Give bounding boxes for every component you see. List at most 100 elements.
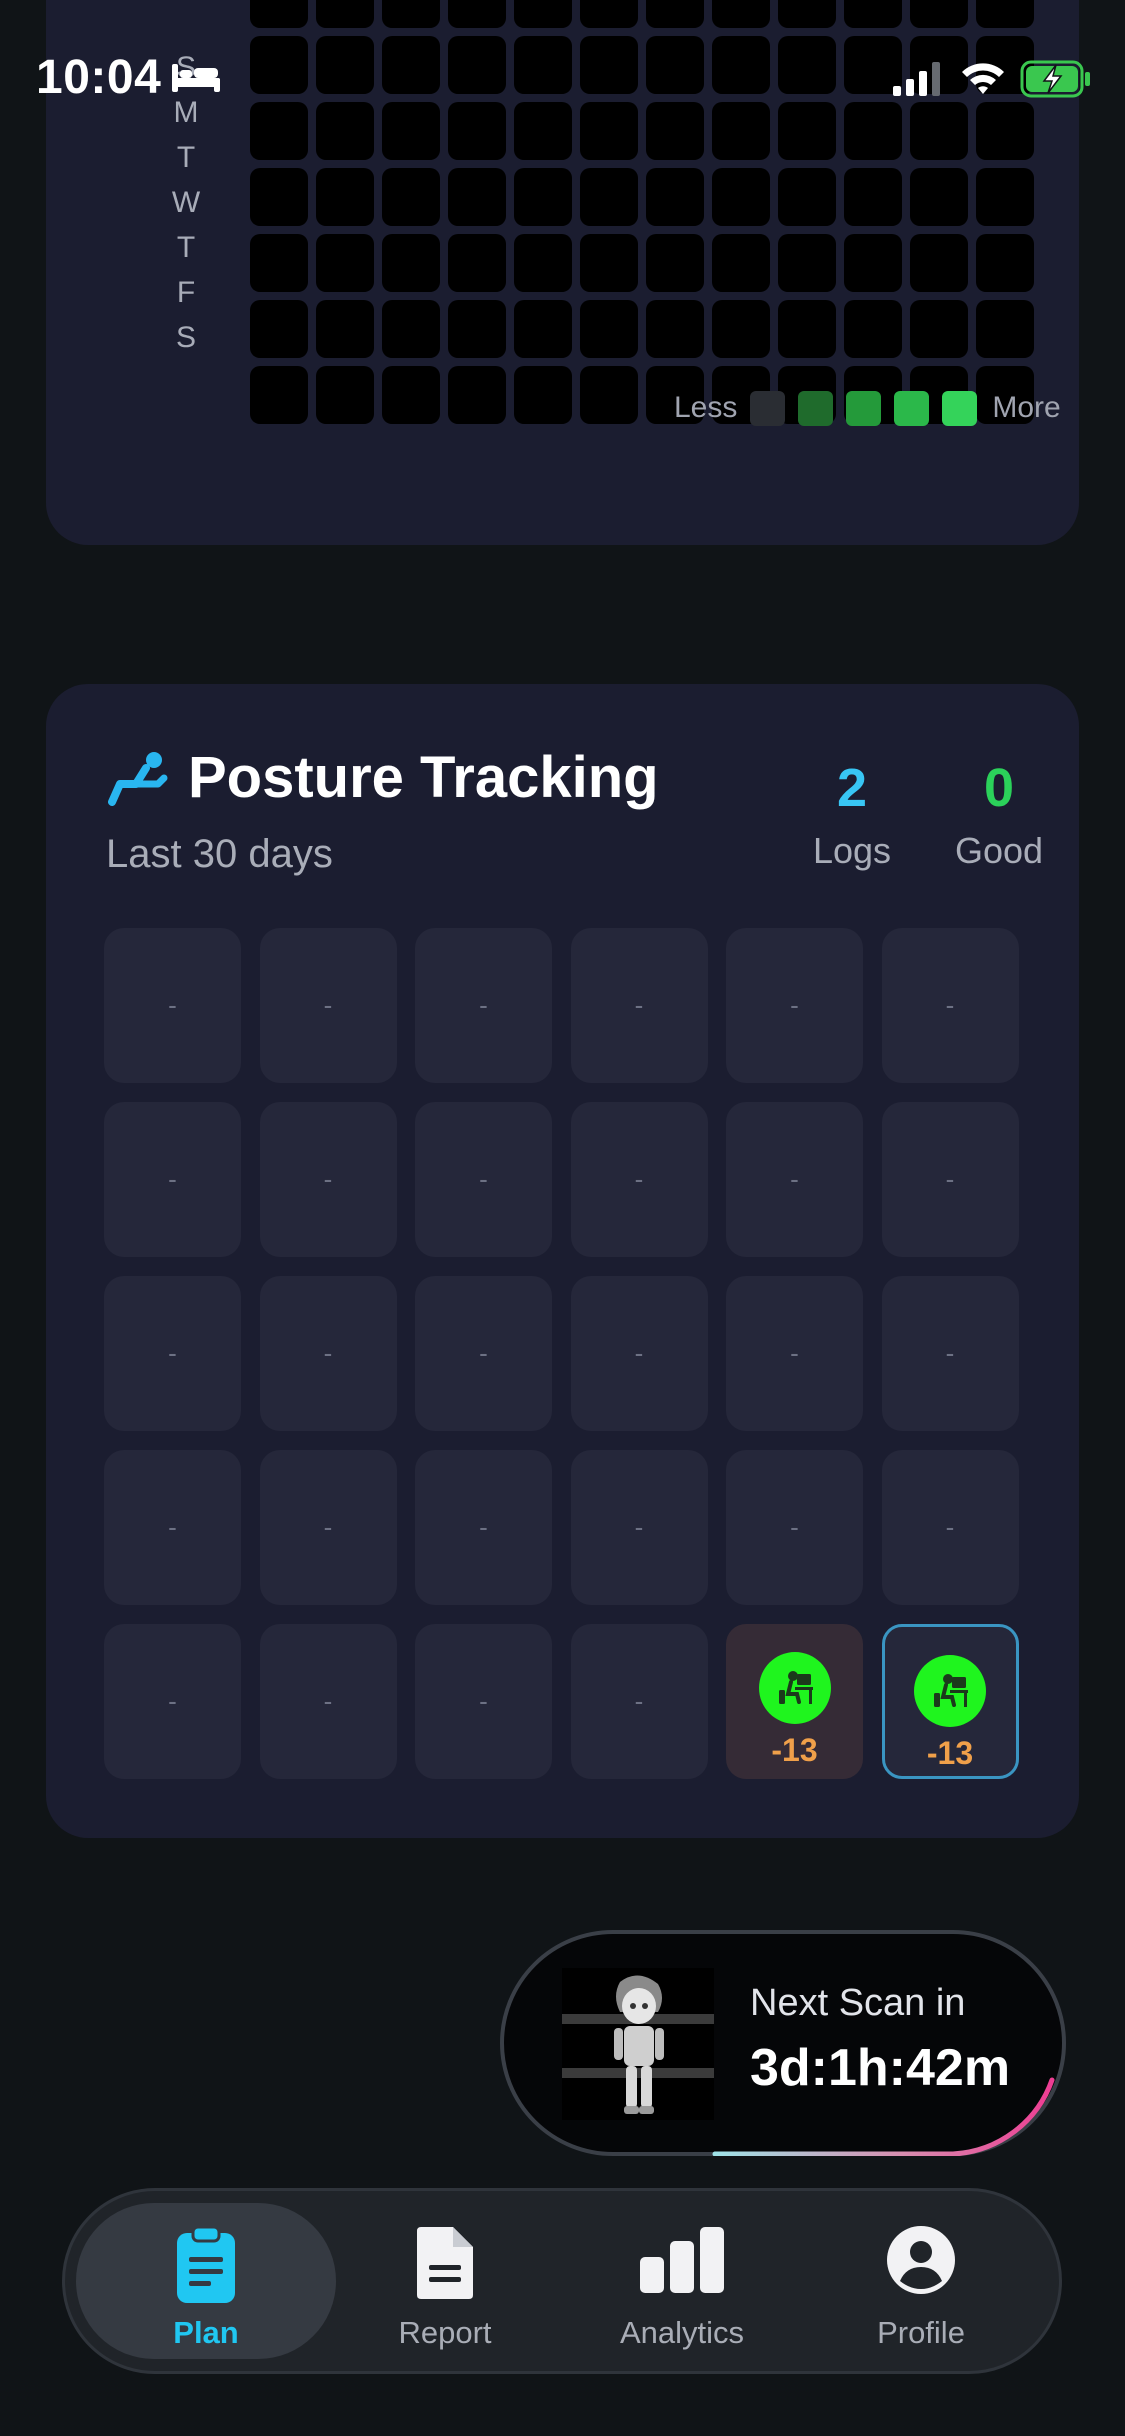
- posture-day-tile-empty[interactable]: -: [104, 1450, 241, 1605]
- posture-day-tile-empty[interactable]: -: [570, 1276, 708, 1431]
- weekday-label: T: [176, 141, 196, 174]
- heatmap-legend: Less More: [674, 385, 1061, 431]
- posture-day-tile-empty[interactable]: -: [881, 928, 1019, 1083]
- posture-day-tile-empty[interactable]: -: [570, 1102, 708, 1257]
- posture-day-tile-empty[interactable]: -: [259, 1276, 397, 1431]
- posture-day-tile-empty[interactable]: -: [415, 1276, 552, 1431]
- posture-day-tile-empty[interactable]: -: [881, 1102, 1019, 1257]
- posture-day-tile-empty[interactable]: -: [259, 928, 397, 1083]
- tab-report[interactable]: Report: [315, 2203, 575, 2359]
- good-count: 0: [983, 758, 1015, 818]
- logs-label: Logs: [812, 830, 892, 871]
- signal-icon: [893, 62, 940, 96]
- posture-day-tile-empty[interactable]: -: [415, 1450, 552, 1605]
- clipboard-icon: [177, 2225, 235, 2303]
- posture-day-tile-empty[interactable]: -: [415, 928, 552, 1083]
- heatmap-cell: [250, 168, 308, 226]
- posture-day-tile-empty[interactable]: -: [415, 1624, 552, 1779]
- person-icon: [887, 2226, 955, 2294]
- heatmap-cell: [844, 234, 902, 292]
- heatmap-cell: [514, 300, 572, 358]
- posture-day-tile-empty[interactable]: -: [570, 928, 708, 1083]
- heatmap-cell: [646, 234, 704, 292]
- posture-day-tile-empty[interactable]: -: [726, 1102, 863, 1257]
- weekday-label: T: [176, 231, 196, 264]
- heatmap-cell: [976, 234, 1034, 292]
- posture-day-tile-empty[interactable]: -: [881, 1450, 1019, 1605]
- tab-analytics-label: Analytics: [619, 2315, 745, 2350]
- posture-day-tile-empty[interactable]: -: [259, 1450, 397, 1605]
- posture-day-tile-logged[interactable]: -13: [726, 1624, 863, 1779]
- logs-count: 2: [836, 758, 868, 818]
- legend-more-label: More: [992, 391, 1061, 424]
- posture-day-tile-empty[interactable]: -: [104, 1624, 241, 1779]
- posture-day-tile-empty[interactable]: -: [104, 928, 241, 1083]
- heatmap-cell: [646, 168, 704, 226]
- desk-posture-icon: [758, 1652, 831, 1724]
- bar-chart-icon: [640, 2227, 724, 2293]
- heatmap-cell: [580, 234, 638, 292]
- body-scan-avatar: [562, 1968, 714, 2120]
- heatmap-cell: [712, 168, 770, 226]
- posture-day-tile-empty[interactable]: -: [104, 1102, 241, 1257]
- posture-day-tile-empty[interactable]: -: [259, 1624, 397, 1779]
- heatmap-cell: [844, 168, 902, 226]
- heatmap-cell: [844, 300, 902, 358]
- posture-day-tile-empty[interactable]: -: [104, 1276, 241, 1431]
- weekday-label: F: [176, 276, 196, 309]
- heatmap-cell: [910, 234, 968, 292]
- tab-profile[interactable]: Profile: [791, 2203, 1051, 2359]
- posture-day-tile-empty[interactable]: -: [259, 1102, 397, 1257]
- posture-score: -13: [926, 1735, 974, 1771]
- posture-day-tile-empty[interactable]: -: [726, 928, 863, 1083]
- tab-plan[interactable]: Plan: [76, 2203, 336, 2359]
- posture-day-tile-empty[interactable]: -: [881, 1276, 1019, 1431]
- heatmap-cell: [910, 168, 968, 226]
- tab-report-label: Report: [398, 2315, 492, 2350]
- heatmap-cell: [250, 234, 308, 292]
- posture-day-tile-selected[interactable]: -13: [881, 1624, 1019, 1779]
- bottom-tab-bar: Plan Report Analytics Profile: [62, 2188, 1062, 2374]
- legend-swatch: [798, 390, 834, 426]
- weekday-label: W: [171, 186, 201, 219]
- heatmap-cell: [382, 234, 440, 292]
- heatmap-cell: [778, 168, 836, 226]
- posture-day-tile-empty[interactable]: -: [570, 1624, 708, 1779]
- posture-day-tile-empty[interactable]: -: [415, 1102, 552, 1257]
- heatmap-cell: [580, 300, 638, 358]
- heatmap-cell: [448, 168, 506, 226]
- heatmap-cell: [712, 234, 770, 292]
- heatmap-cell: [382, 366, 440, 424]
- heatmap-cell: [250, 300, 308, 358]
- bed-icon: [172, 64, 220, 92]
- next-scan-label: Next Scan in: [750, 1982, 966, 2024]
- battery-charging-icon: [1020, 60, 1090, 98]
- heatmap-cell: [976, 300, 1034, 358]
- card-subtitle: Last 30 days: [106, 832, 333, 876]
- heatmap-cell: [316, 168, 374, 226]
- heatmap-cell: [580, 366, 638, 424]
- next-scan-countdown: 3d:1h:42m: [750, 2039, 1011, 2097]
- posture-day-tile-empty[interactable]: -: [726, 1276, 863, 1431]
- legend-swatch: [750, 390, 786, 426]
- posture-day-tile-empty[interactable]: -: [570, 1450, 708, 1605]
- logs-stat: 2 Logs: [782, 756, 922, 872]
- next-scan-button[interactable]: Next Scan in 3d:1h:42m: [500, 1930, 1066, 2156]
- posture-tracking-card: Posture Tracking Last 30 days 2 Logs 0 G…: [46, 684, 1079, 1838]
- heatmap-cell: [382, 300, 440, 358]
- legend-less-label: Less: [674, 391, 738, 424]
- heatmap-cell: [316, 366, 374, 424]
- posture-day-tile-empty[interactable]: -: [726, 1450, 863, 1605]
- heatmap-cell: [580, 168, 638, 226]
- heatmap-cell: [514, 168, 572, 226]
- good-stat: 0 Good: [929, 756, 1069, 872]
- heatmap-cell: [712, 300, 770, 358]
- legend-swatch: [942, 390, 978, 426]
- heatmap-cell: [316, 300, 374, 358]
- card-title: Posture Tracking: [188, 745, 659, 810]
- status-bar: 10:04: [0, 0, 1125, 140]
- tab-analytics[interactable]: Analytics: [552, 2203, 812, 2359]
- good-label: Good: [954, 830, 1044, 871]
- tab-profile-label: Profile: [877, 2315, 965, 2350]
- heatmap-cell: [778, 234, 836, 292]
